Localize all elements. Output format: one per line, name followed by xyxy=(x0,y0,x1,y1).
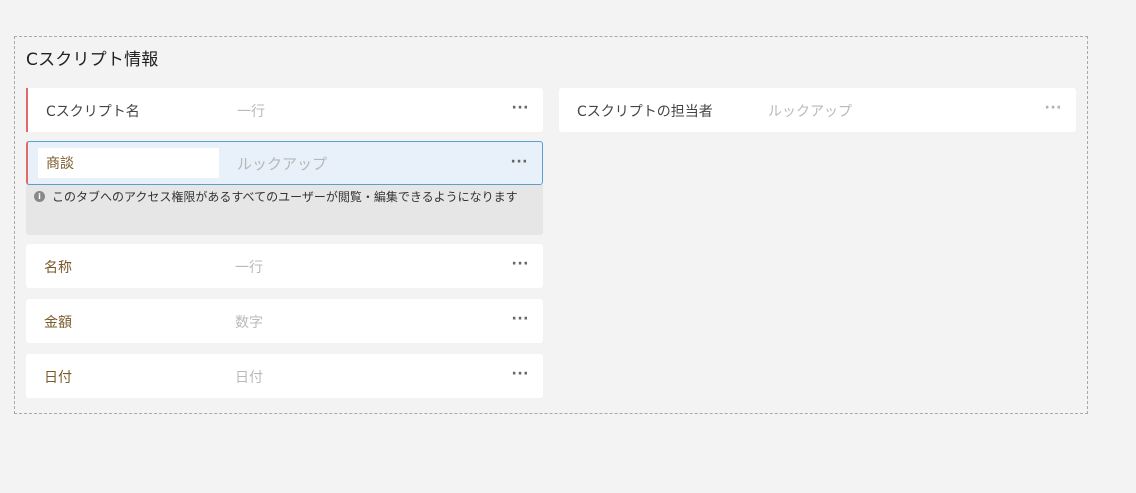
section-title: Cスクリプト情報 xyxy=(26,50,159,70)
field-type: ルックアップ xyxy=(768,104,852,120)
field-label: Cスクリプトの担当者 xyxy=(577,104,713,120)
field-type: 数字 xyxy=(235,315,263,331)
field-owner[interactable]: Cスクリプトの担当者 ルックアップ ··· xyxy=(559,88,1076,132)
field-name[interactable]: 名称 一行 ··· xyxy=(26,244,543,288)
field-date[interactable]: 日付 日付 ··· xyxy=(26,354,543,398)
script-info-section: Cスクリプト情報 Cスクリプト名 一行 ··· Cスクリプトの担当者 ルックアッ… xyxy=(14,36,1088,414)
field-type: 一行 xyxy=(235,260,263,276)
field-label: 金額 xyxy=(44,315,72,331)
field-type: ルックアップ xyxy=(237,155,328,173)
info-icon: i xyxy=(34,191,45,202)
field-deal-editing[interactable]: ルックアップ ··· xyxy=(26,141,543,185)
more-options-icon[interactable]: ··· xyxy=(512,100,529,116)
more-options-icon[interactable]: ··· xyxy=(512,366,529,382)
field-type: 日付 xyxy=(235,370,263,386)
more-options-icon[interactable]: ··· xyxy=(511,154,528,170)
field-label: 名称 xyxy=(44,260,72,276)
hint-text: このタブへのアクセス権限があるすべてのユーザーが閲覧・編集できるようになります xyxy=(52,190,518,204)
more-options-icon[interactable]: ··· xyxy=(1045,100,1062,116)
field-hint: i このタブへのアクセス権限があるすべてのユーザーが閲覧・編集できるようになりま… xyxy=(26,185,543,235)
field-label: 日付 xyxy=(44,370,72,386)
more-options-icon[interactable]: ··· xyxy=(512,256,529,272)
more-options-icon[interactable]: ··· xyxy=(512,311,529,327)
field-type: 一行 xyxy=(237,104,265,120)
field-name-input[interactable] xyxy=(38,148,219,178)
field-script-name[interactable]: Cスクリプト名 一行 ··· xyxy=(26,88,543,132)
field-label: Cスクリプト名 xyxy=(46,104,140,120)
field-amount[interactable]: 金額 数字 ··· xyxy=(26,299,543,343)
